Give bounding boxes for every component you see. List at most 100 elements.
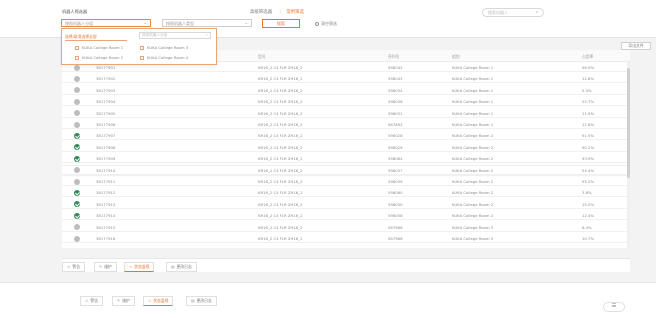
cell-utilization: 55.2% bbox=[582, 179, 595, 184]
table-scrollbar[interactable] bbox=[627, 62, 630, 248]
search-icon: ⌕ bbox=[535, 9, 538, 14]
filter-view-tabs: 高级筛选器 | 常用筛选 bbox=[250, 9, 310, 15]
cell-serial: 587966 bbox=[388, 236, 403, 241]
cell-group: KUKA College Room 1 bbox=[452, 110, 494, 116]
document-icon: ▤ bbox=[191, 298, 195, 303]
tab-label: 更改日志 bbox=[196, 298, 212, 303]
status-idle-icon bbox=[74, 167, 80, 174]
cell-group: KUKA College Room 2 bbox=[452, 213, 494, 219]
cell-serial: 598036 bbox=[388, 99, 403, 105]
status-idle-icon bbox=[74, 87, 80, 94]
tab-advanced-filter[interactable]: 高级筛选器 bbox=[250, 10, 272, 15]
cell-serial: 598028 bbox=[388, 133, 403, 139]
cell-utilization: 90.2% bbox=[582, 144, 595, 150]
status-idle-icon bbox=[74, 178, 80, 185]
robot-group-select[interactable]: 按照机器人分组 ⌄ bbox=[61, 19, 151, 27]
table-row[interactable]: 38177914 KR16_2 C4 FLR ZH16_2 598038 KUKA C… bbox=[62, 211, 630, 221]
table-row[interactable]: 38177910 KR16_2 C4 FLR ZH16_2 598037 KUKA C… bbox=[62, 165, 630, 175]
cell-utilization: 54.4% bbox=[582, 167, 595, 173]
export-button[interactable]: 导出文件 bbox=[621, 42, 651, 50]
column-header-utilization[interactable]: 占用率 bbox=[582, 54, 593, 60]
group-option-room2[interactable]: KUKA College Room 2 bbox=[75, 55, 123, 60]
cell-robot-name: 38177902 bbox=[96, 76, 116, 82]
search-placeholder: 搜索机器人 bbox=[488, 10, 508, 15]
cell-model: KR16_2 C4 FLR ZH16_2 bbox=[258, 224, 303, 230]
column-header-serial[interactable]: 序列号 bbox=[388, 54, 399, 60]
table-row[interactable]: 38177905 KR16_2 C4 FLR ZH16_2 598031 KUKA C… bbox=[62, 108, 630, 118]
detail-tabs: ⚠ 警告 ✎ 维护 ∿ 状态监视 ▤ 更改日志 bbox=[62, 258, 630, 272]
cell-robot-name: 38177905 bbox=[96, 110, 116, 116]
status-ok-icon bbox=[74, 201, 80, 208]
table-row[interactable]: 38177904 KR16_2 C4 FLR ZH16_2 598036 KUKA C… bbox=[62, 97, 630, 107]
cell-robot-name: 38177903 bbox=[96, 87, 116, 93]
tab-status-monitor[interactable]: ∿ 状态监视 bbox=[143, 296, 174, 306]
table-row[interactable]: 38177911 KR16_2 C4 FLR ZH16_2 598039 KUKA C… bbox=[62, 177, 630, 186]
group-option-label: KUKA College Room 3 bbox=[147, 45, 189, 50]
cell-serial: 598029 bbox=[388, 144, 403, 150]
table-row[interactable]: 38177915 KR16_2 C4 FLR ZH16_2 587966 KUKA C… bbox=[62, 222, 630, 232]
tab-common-filter[interactable]: 常用筛选 bbox=[286, 10, 304, 15]
cell-model: KR16_2 C4 FLR ZH16_2 bbox=[258, 76, 303, 82]
menu-fab-button[interactable]: ☰ bbox=[603, 302, 625, 312]
tab-change-log[interactable]: ▤ 更改日志 bbox=[166, 262, 197, 272]
cell-model: KR16_2 C4 FLR ZH16_2 bbox=[258, 167, 303, 173]
cell-robot-name: 38177904 bbox=[96, 99, 116, 105]
warning-icon: ⚠ bbox=[67, 264, 71, 269]
robot-table: 型号 序列号 组别 占用率 38177901 KR16_2 C4 FLR ZH16… bbox=[62, 50, 630, 248]
tab-status-monitor[interactable]: ∿ 状态监视 bbox=[124, 262, 155, 272]
status-idle-icon bbox=[74, 224, 80, 231]
table-row[interactable]: 38177909 KR16_2 C4 FLR ZH16_2 598084 KUKA C… bbox=[62, 154, 630, 164]
cell-model: KR16_2 C4 FLR ZH16_2 bbox=[258, 99, 303, 105]
column-header-group[interactable]: 组别 bbox=[452, 54, 460, 60]
cell-group: KUKA College Room 2 bbox=[452, 144, 494, 150]
cell-utilization: 93.9% bbox=[582, 156, 595, 162]
table-row[interactable]: 38177903 KR16_2 C4 FLR ZH16_2 598034 KUKA C… bbox=[62, 85, 630, 95]
column-header-model[interactable]: 型号 bbox=[258, 54, 266, 60]
group-search-input[interactable]: 搜索机器人分组 ⌕ bbox=[139, 32, 211, 39]
cell-utilization: 56.9% bbox=[582, 65, 595, 70]
search-button[interactable]: 搜索 bbox=[262, 19, 300, 28]
group-option-room1[interactable]: KUKA College Room 1 bbox=[75, 45, 123, 50]
status-ok-icon bbox=[74, 144, 80, 151]
robot-type-select[interactable]: 按照机器人类型 ⌄ bbox=[162, 19, 252, 27]
status-idle-icon bbox=[74, 110, 80, 117]
table-row[interactable]: 38177908 KR16_2 C4 FLR ZH16_2 598029 KUKA C… bbox=[62, 142, 630, 152]
cell-model: KR16_2 C4 FLR ZH16_2 bbox=[258, 144, 303, 150]
table-row[interactable]: 38177913 KR16_2 C4 FLR ZH16_2 598030 KUKA C… bbox=[62, 199, 630, 209]
clear-filter-toggle[interactable]: 清空筛选 bbox=[315, 21, 337, 27]
cell-robot-name: 38177906 bbox=[96, 122, 116, 127]
status-idle-icon bbox=[74, 235, 80, 242]
cell-utilization: 11.9% bbox=[582, 110, 595, 116]
group-search-placeholder: 搜索机器人分组 bbox=[142, 33, 168, 37]
tab-maintenance[interactable]: ✎ 维护 bbox=[112, 296, 135, 306]
table-row[interactable]: 38177912 KR16_2 C4 FLR ZH16_2 598080 KUKA C… bbox=[62, 188, 630, 198]
status-ok-icon bbox=[74, 212, 80, 219]
document-icon: ▤ bbox=[171, 264, 175, 269]
cell-model: KR16_2 C4 FLR ZH16_2 bbox=[258, 65, 303, 70]
table-row[interactable]: 38177916 KR16_2 C4 FLR ZH16_2 587966 KUKA C… bbox=[62, 234, 630, 243]
group-option-label: KUKA College Room 1 bbox=[82, 45, 124, 50]
cell-robot-name: 38177911 bbox=[96, 179, 116, 184]
table-row[interactable]: 38177907 KR16_2 C4 FLR ZH16_2 598028 KUKA C… bbox=[62, 131, 630, 141]
tab-label: 警告 bbox=[72, 264, 80, 269]
cell-robot-name: 38177913 bbox=[96, 201, 116, 207]
cell-robot-name: 38177912 bbox=[96, 190, 116, 196]
robot-search-input[interactable]: 搜索机器人 ⌕ bbox=[482, 8, 544, 17]
cell-utilization: 15.5% bbox=[582, 201, 595, 207]
cell-serial: 598030 bbox=[388, 201, 403, 207]
search-icon: ⌕ bbox=[205, 33, 208, 37]
table-row[interactable]: 38177906 KR16_2 C4 FLR ZH16_2 587892 KUKA C… bbox=[62, 120, 630, 129]
warning-icon: ⚠ bbox=[85, 298, 89, 303]
tab-maintenance[interactable]: ✎ 维护 bbox=[94, 262, 117, 272]
tab-warnings[interactable]: ⚠ 警告 bbox=[80, 296, 103, 306]
tab-label: 状态监视 bbox=[134, 264, 150, 269]
table-row[interactable]: 38177902 KR16_2 C4 FLR ZH16_2 598043 KUKA C… bbox=[62, 74, 630, 84]
cell-utilization: 12.8% bbox=[582, 76, 595, 82]
tab-warnings[interactable]: ⚠ 警告 bbox=[62, 262, 85, 272]
scrollbar-thumb[interactable] bbox=[627, 68, 630, 178]
group-option-room3[interactable]: KUKA College Room 3 bbox=[140, 45, 188, 50]
tab-change-log[interactable]: ▤ 更改日志 bbox=[186, 296, 217, 306]
cell-model: KR16_2 C4 FLR ZH16_2 bbox=[258, 213, 303, 219]
group-option-room4[interactable]: KUKA College Room 4 bbox=[140, 55, 188, 60]
cell-serial: 598034 bbox=[388, 87, 403, 93]
